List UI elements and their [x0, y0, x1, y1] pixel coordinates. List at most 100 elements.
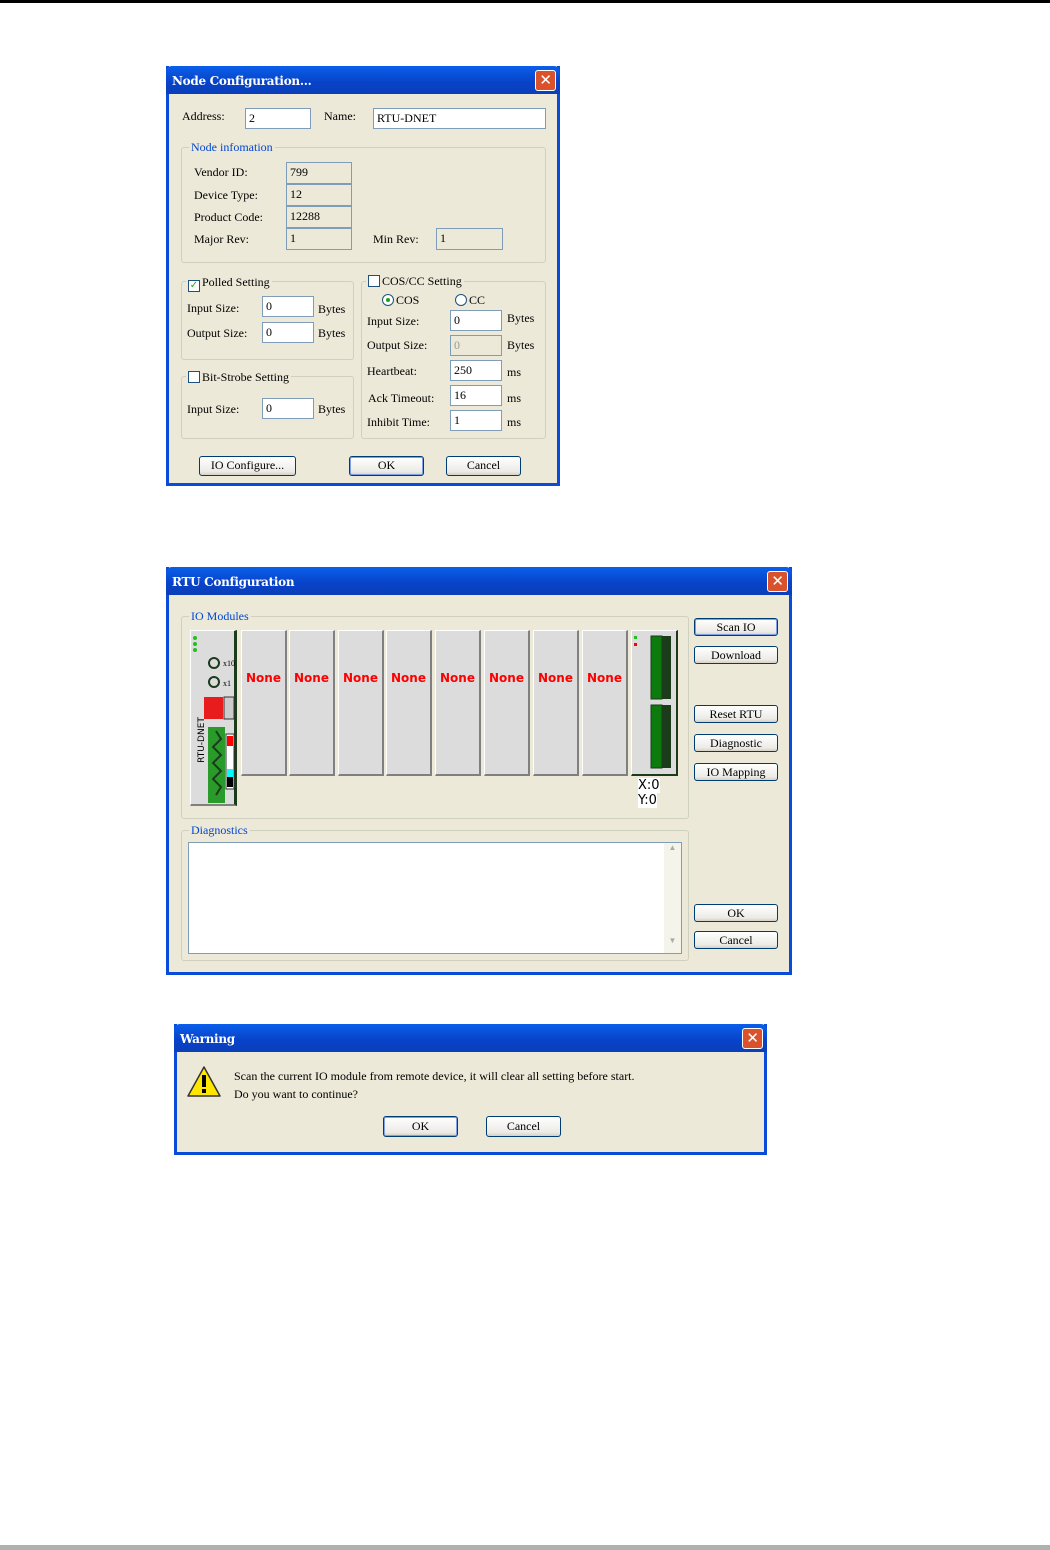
- svg-text:x10: x10: [223, 659, 235, 668]
- bytes-label: Bytes: [507, 338, 535, 352]
- cos-output-label: Output Size:: [367, 338, 428, 352]
- ack-timeout-field[interactable]: 16: [450, 385, 502, 406]
- cos-input-size[interactable]: 0: [450, 310, 502, 331]
- title-bar: Node Configuration... ✕: [166, 66, 560, 94]
- ok-button[interactable]: OK: [694, 904, 778, 922]
- cos-label: COS/CC Setting: [382, 274, 462, 288]
- close-icon[interactable]: ✕: [767, 571, 788, 592]
- end-module: [631, 630, 678, 776]
- address-field[interactable]: 2: [245, 108, 311, 129]
- io-slot-1[interactable]: None: [241, 630, 287, 776]
- warning-icon: [187, 1066, 221, 1097]
- cos-input-label: Input Size:: [367, 314, 420, 328]
- ms-label: ms: [507, 365, 522, 379]
- io-slot-7[interactable]: None: [533, 630, 579, 776]
- warning-message-line2: Do you want to continue?: [234, 1087, 358, 1101]
- group-label: Diagnostics: [189, 823, 250, 838]
- io-mapping-button[interactable]: IO Mapping: [694, 763, 778, 781]
- io-slot-6[interactable]: None: [484, 630, 530, 776]
- title-bar: Warning ✕: [174, 1024, 767, 1052]
- polled-input-size[interactable]: 0: [262, 296, 314, 317]
- cancel-button[interactable]: Cancel: [486, 1116, 561, 1137]
- diagnostics-textarea[interactable]: ▲ ▼: [188, 842, 682, 954]
- bitstrobe-input-size[interactable]: 0: [262, 398, 314, 419]
- bitstrobe-input-label: Input Size:: [187, 402, 240, 416]
- polled-group: [181, 281, 354, 360]
- rtu-head-module[interactable]: x10 x1 RTU-DNET: [190, 630, 237, 806]
- product-code-label: Product Code:: [194, 210, 263, 224]
- name-field[interactable]: RTU-DNET: [373, 108, 546, 129]
- major-rev-field: 1: [286, 228, 352, 250]
- scan-io-button[interactable]: Scan IO: [694, 618, 778, 636]
- bitstrobe-label: Bit-Strobe Setting: [202, 370, 289, 384]
- heartbeat-field[interactable]: 250: [450, 360, 502, 381]
- slot-label: None: [246, 671, 281, 685]
- inhibit-time-label: Inhibit Time:: [367, 415, 431, 429]
- polled-checkbox[interactable]: ✓ Polled Setting: [186, 275, 272, 292]
- io-slot-4[interactable]: None: [386, 630, 432, 776]
- bottom-rule: [0, 1545, 1050, 1550]
- ok-button[interactable]: OK: [383, 1116, 458, 1137]
- ack-timeout-label: Ack Timeout:: [368, 391, 435, 405]
- io-slot-5[interactable]: None: [435, 630, 481, 776]
- diagnostic-button[interactable]: Diagnostic: [694, 734, 778, 752]
- dialog-title: Warning: [180, 1032, 235, 1046]
- heartbeat-label: Heartbeat:: [367, 364, 417, 378]
- radio-cos[interactable]: COS: [382, 293, 419, 308]
- polled-output-size[interactable]: 0: [262, 322, 314, 343]
- radio-label: COS: [396, 293, 420, 307]
- download-button[interactable]: Download: [694, 646, 778, 664]
- slot-label: None: [391, 671, 426, 685]
- bytes-label: Bytes: [318, 402, 346, 416]
- product-code-field: 12288: [286, 206, 352, 228]
- checkmark-icon: ✓: [188, 280, 200, 292]
- bytes-label: Bytes: [318, 302, 346, 316]
- ok-button[interactable]: OK: [349, 456, 424, 476]
- group-label: Node infomation: [189, 140, 275, 155]
- slot-label: None: [587, 671, 622, 685]
- scroll-up-icon[interactable]: ▲: [664, 843, 681, 860]
- radio-selected-icon: [382, 294, 394, 306]
- y-readout: Y:0: [638, 793, 657, 808]
- scrollbar[interactable]: ▲ ▼: [664, 843, 681, 953]
- end-module-graphic: [634, 635, 671, 769]
- vendor-label: Vendor ID:: [194, 165, 248, 179]
- major-rev-label: Major Rev:: [194, 232, 249, 246]
- cancel-button[interactable]: Cancel: [446, 456, 521, 476]
- io-configure-button[interactable]: IO Configure...: [199, 456, 296, 476]
- bytes-label: Bytes: [507, 311, 535, 325]
- device-type-field: 12: [286, 184, 352, 206]
- dialog-title: RTU Configuration: [172, 575, 295, 589]
- radio-icon: [455, 294, 467, 306]
- address-label: Address:: [182, 109, 225, 123]
- slot-label: None: [538, 671, 573, 685]
- device-type-label: Device Type:: [194, 188, 258, 202]
- cos-output-size: 0: [450, 335, 502, 356]
- name-label: Name:: [324, 109, 356, 123]
- head-module-label: RTU-DNET: [196, 717, 207, 763]
- io-slot-3[interactable]: None: [338, 630, 384, 776]
- group-label: IO Modules: [189, 609, 251, 624]
- slot-label: None: [440, 671, 475, 685]
- min-rev-label: Min Rev:: [373, 232, 419, 246]
- radio-label: CC: [469, 293, 486, 307]
- bitstrobe-checkbox[interactable]: Bit-Strobe Setting: [186, 370, 291, 385]
- io-slot-2[interactable]: None: [289, 630, 335, 776]
- dialog-title: Node Configuration...: [172, 74, 312, 88]
- scroll-down-icon[interactable]: ▼: [664, 936, 681, 953]
- polled-input-label: Input Size:: [187, 301, 240, 315]
- inhibit-time-field[interactable]: 1: [450, 410, 502, 431]
- slot-label: None: [489, 671, 524, 685]
- radio-cc[interactable]: CC: [455, 293, 485, 308]
- svg-text:x1: x1: [223, 679, 231, 688]
- polled-label: Polled Setting: [202, 275, 270, 289]
- reset-rtu-button[interactable]: Reset RTU: [694, 705, 778, 723]
- io-slot-8[interactable]: None: [582, 630, 628, 776]
- checkbox-icon: [188, 371, 200, 383]
- close-icon[interactable]: ✕: [742, 1028, 763, 1049]
- checkbox-icon: [368, 275, 380, 287]
- close-icon[interactable]: ✕: [535, 70, 556, 91]
- ms-label: ms: [507, 415, 522, 429]
- cos-checkbox[interactable]: COS/CC Setting: [366, 274, 464, 289]
- cancel-button[interactable]: Cancel: [694, 931, 778, 949]
